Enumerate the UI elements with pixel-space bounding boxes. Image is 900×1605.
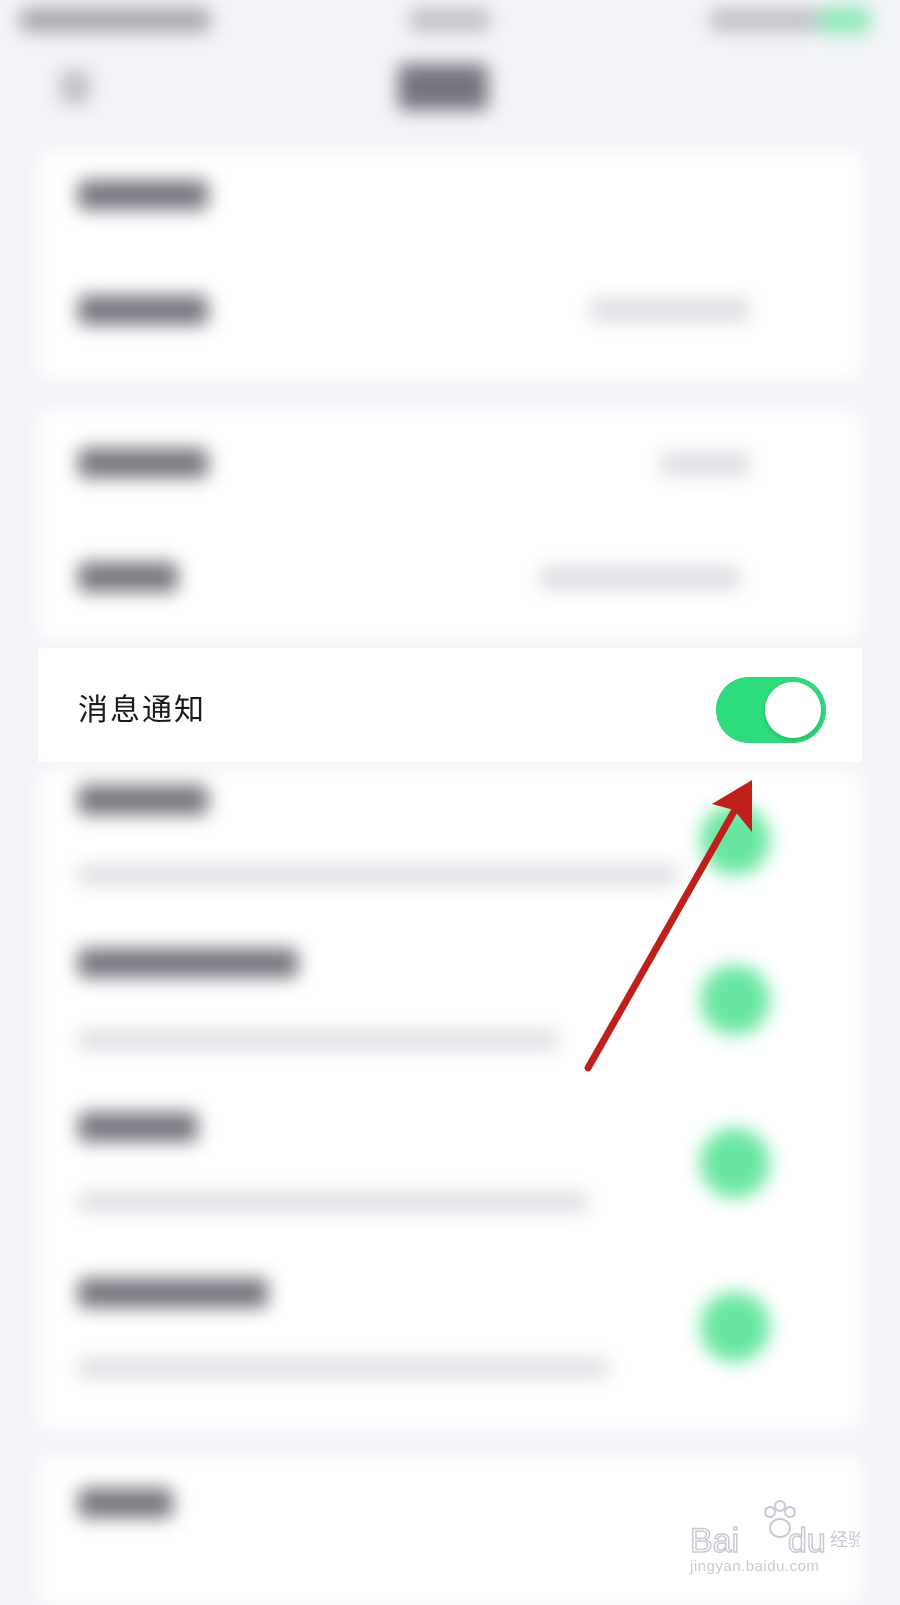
toggle-blurred — [700, 1128, 770, 1198]
message-notification-label: 消息通知 — [78, 693, 206, 728]
status-bar-icons — [710, 8, 820, 32]
row-description — [78, 1358, 608, 1378]
toggle-blurred — [700, 805, 770, 875]
row-label — [78, 448, 208, 478]
status-bar-time — [410, 8, 490, 32]
svg-text:du: du — [788, 1522, 826, 1560]
baidu-jingyan-watermark: Bai du 经验 jingyan.baidu.com — [689, 1500, 866, 1580]
row-label — [78, 562, 178, 592]
row-description — [78, 1030, 558, 1050]
row-label — [78, 295, 208, 325]
battery-icon — [820, 6, 870, 34]
row-label — [78, 1112, 198, 1142]
toggle-blurred — [700, 1292, 770, 1362]
back-icon — [60, 70, 90, 104]
toggle-blurred — [700, 965, 770, 1035]
row-description — [78, 865, 678, 885]
svg-text:Bai: Bai — [690, 1522, 739, 1560]
row-label — [78, 1278, 268, 1308]
row-label — [78, 785, 208, 815]
watermark-url: jingyan.baidu.com — [690, 1558, 820, 1575]
row-value — [590, 298, 750, 322]
blurred-background — [0, 0, 900, 1605]
message-notification-row: 消息通知 — [38, 648, 862, 762]
message-notification-toggle[interactable] — [716, 677, 826, 743]
row-label — [78, 948, 298, 978]
row-description — [78, 1192, 588, 1212]
row-label — [78, 1488, 173, 1518]
row-value — [660, 452, 750, 476]
row-label — [78, 180, 208, 210]
page-title — [398, 64, 488, 110]
toggle-knob — [765, 682, 821, 738]
svg-text:经验: 经验 — [830, 1530, 860, 1551]
status-bar-carrier — [20, 8, 210, 32]
row-value — [540, 566, 740, 590]
settings-card-2 — [38, 410, 862, 640]
